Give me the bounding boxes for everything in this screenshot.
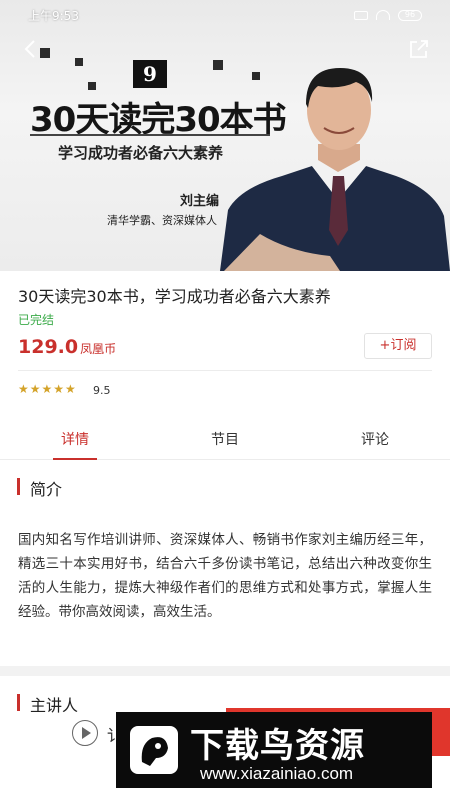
publisher-logo: 9 bbox=[133, 60, 167, 88]
battery-icon: 96 bbox=[398, 9, 422, 21]
lecturer-heading: 主讲人 bbox=[30, 696, 79, 715]
intro-heading: 简介 bbox=[30, 480, 63, 499]
play-icon[interactable] bbox=[72, 720, 98, 746]
status-bar: 上午9:53 96 bbox=[0, 0, 450, 30]
price: 129.0 凤凰币 bbox=[18, 336, 116, 358]
wifi-icon bbox=[376, 10, 390, 20]
watermark-url: www.xiazainiao.com bbox=[200, 764, 354, 783]
tab-episodes[interactable]: 节目 bbox=[150, 420, 300, 459]
section-marker bbox=[17, 478, 20, 495]
divider bbox=[18, 370, 432, 371]
detail-tabs: 详情 节目 评论 bbox=[0, 420, 450, 460]
section-marker bbox=[17, 694, 20, 711]
author-photo bbox=[220, 68, 450, 271]
status-icons: 96 bbox=[354, 9, 422, 21]
banner-author-name: 刘主编 bbox=[180, 194, 220, 209]
tab-details[interactable]: 详情 bbox=[0, 420, 150, 460]
star-rating: ★★★★★ bbox=[18, 382, 77, 396]
share-icon[interactable] bbox=[408, 38, 430, 60]
banner-subtitle: 学习成功者必备六大素养 bbox=[58, 144, 224, 162]
cover-banner: 9 30天读完30本书 学习成功者必备六大素养 刘主编 清华学霸、资深媒体人 上… bbox=[0, 0, 450, 271]
banner-author-desc: 清华学霸、资深媒体人 bbox=[107, 214, 217, 227]
price-unit: 凤凰币 bbox=[80, 342, 117, 356]
watermark-logo bbox=[130, 726, 178, 774]
decor-square bbox=[75, 58, 83, 66]
watermark-text: 下载鸟资源 bbox=[190, 726, 365, 766]
section-gap bbox=[0, 666, 450, 676]
watermark: 下载鸟资源 www.xiazainiao.com bbox=[116, 712, 432, 788]
price-value: 129.0 bbox=[18, 336, 79, 358]
sim-icon bbox=[354, 10, 368, 20]
decor-square bbox=[88, 82, 96, 90]
back-icon[interactable] bbox=[20, 38, 42, 60]
course-title: 30天读完30本书，学习成功者必备六大素养 bbox=[18, 287, 331, 306]
intro-text: 国内知名写作培训讲师、资深媒体人、畅销书作家刘主编历经三年，精选三十本实用好书，… bbox=[18, 532, 432, 620]
completion-status: 已完结 bbox=[18, 313, 55, 327]
rating-score: 9.5 bbox=[93, 384, 111, 397]
tab-comments[interactable]: 评论 bbox=[300, 420, 450, 459]
status-time: 上午9:53 bbox=[28, 8, 79, 23]
subscribe-button[interactable]: +订阅 bbox=[364, 333, 432, 359]
